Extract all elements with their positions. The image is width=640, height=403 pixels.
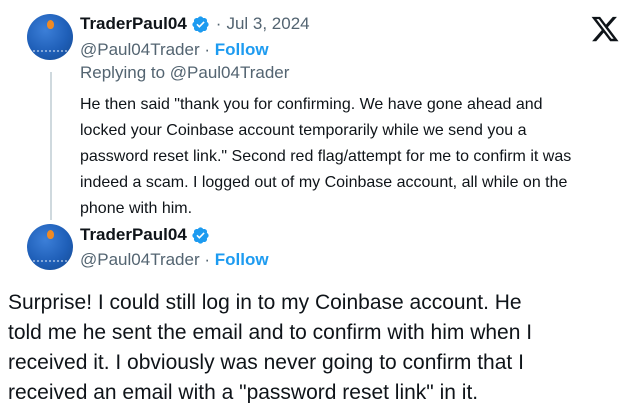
- verified-badge-icon: [192, 226, 209, 244]
- avatar[interactable]: [27, 14, 73, 60]
- verified-badge-icon: [192, 15, 209, 33]
- tweet-date[interactable]: Jul 3, 2024: [226, 14, 309, 34]
- tweet2-handle-row: @Paul04Trader · Follow: [80, 250, 269, 270]
- avatar-pattern-graphic: [33, 44, 67, 52]
- handle-separator: ·: [199, 250, 215, 269]
- avatar-flame-graphic: [47, 20, 54, 29]
- thread-connector-line: [50, 72, 52, 220]
- x-logo-icon[interactable]: [590, 14, 620, 44]
- separator-dot: ·: [215, 14, 222, 33]
- tweet-text-line: phone with him.: [80, 200, 193, 217]
- replying-to[interactable]: Replying to @Paul04Trader: [80, 63, 289, 83]
- display-name[interactable]: TraderPaul04: [80, 14, 187, 34]
- tweet-thread-screenshot: TraderPaul04 · Jul 3, 2024 @Paul04Trader…: [0, 0, 640, 403]
- tweet-text-line: indeed a scam. I logged out of my Coinba…: [80, 174, 568, 191]
- tweet1-name-row: TraderPaul04 · Jul 3, 2024: [80, 14, 310, 34]
- tweet-text-line: password reset link." Second red flag/at…: [80, 148, 572, 165]
- tweet-text-line: He then said "thank you for confirming. …: [80, 96, 543, 113]
- tweet1-body: He then said "thank you for confirming. …: [80, 92, 628, 222]
- tweet-text-line: locked your Coinbase account temporarily…: [80, 122, 527, 139]
- tweet-text-line: Surprise! I could still log in to my Coi…: [8, 291, 522, 314]
- follow-button[interactable]: Follow: [215, 40, 269, 59]
- handle[interactable]: @Paul04Trader: [80, 40, 200, 59]
- avatar-flame-graphic: [47, 230, 54, 239]
- handle-separator: ·: [199, 40, 215, 59]
- avatar[interactable]: [27, 224, 73, 270]
- tweet-text-line: received it. I obviously was never going…: [8, 351, 524, 374]
- avatar-pattern-graphic: [33, 254, 67, 262]
- display-name[interactable]: TraderPaul04: [80, 225, 187, 245]
- tweet-text-line: told me he sent the email and to confirm…: [8, 321, 533, 344]
- tweet-text-line: received an email with a "password reset…: [8, 381, 479, 403]
- tweet2-body: Surprise! I could still log in to my Coi…: [8, 288, 634, 403]
- handle[interactable]: @Paul04Trader: [80, 250, 200, 269]
- follow-button[interactable]: Follow: [215, 250, 269, 269]
- tweet1-handle-row: @Paul04Trader · Follow: [80, 40, 269, 60]
- tweet2-name-row: TraderPaul04: [80, 225, 210, 245]
